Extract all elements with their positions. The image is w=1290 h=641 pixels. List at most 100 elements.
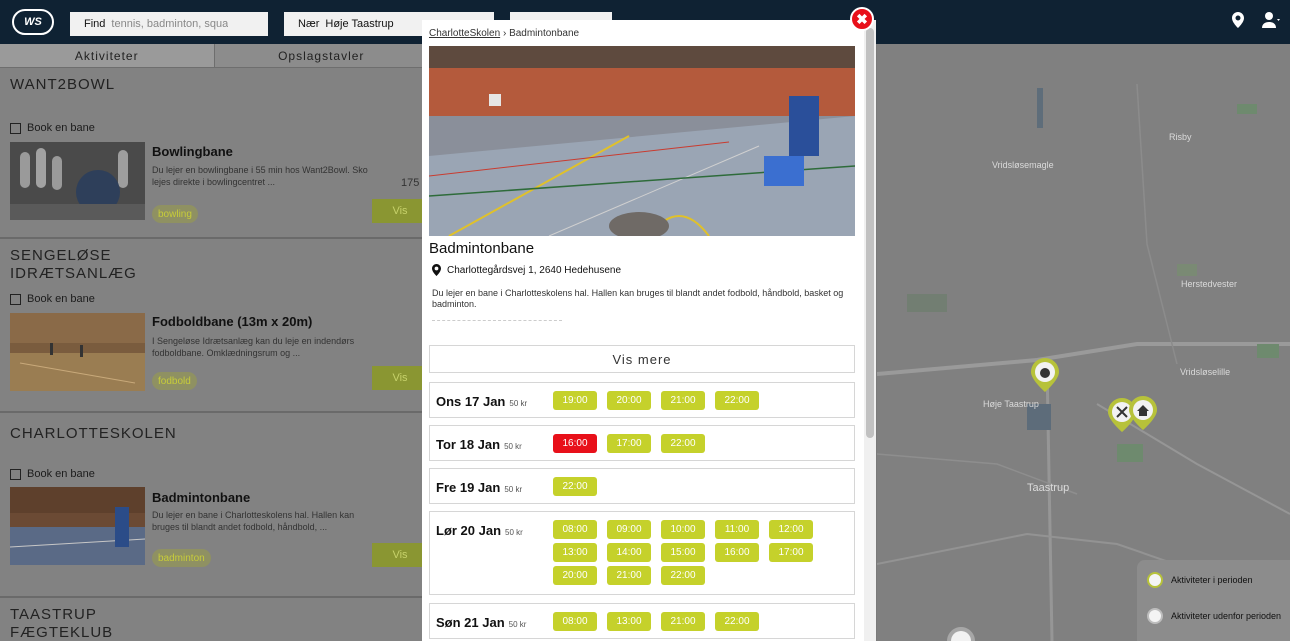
activity-description: Du lejer en bane i Charlotteskolens hal.… — [152, 510, 355, 532]
time-slot-button[interactable]: 12:00 — [769, 520, 813, 539]
badminton-hall-thumbnail[interactable] — [10, 487, 145, 565]
show-more-button[interactable]: Vis mere — [429, 345, 855, 373]
time-slot-button[interactable]: 19:00 — [553, 391, 597, 410]
activity-description: I Sengeløse Idrætsanlæg kan du leje en i… — [152, 336, 355, 358]
time-slots: 16:00 17:00 22:00 — [553, 434, 843, 453]
book-label: Book en bane — [27, 468, 95, 480]
map-roads — [877, 44, 1290, 641]
time-slot-button[interactable]: 20:00 — [553, 566, 597, 585]
address-text: Charlottegårdsvej 1, 2640 Hedehusene — [447, 264, 622, 276]
breadcrumb-separator: › — [502, 28, 507, 39]
breadcrumb-parent-link[interactable]: CharlotteSkolen — [429, 28, 500, 39]
user-icon[interactable] — [1262, 12, 1280, 32]
time-slot-button[interactable]: 21:00 — [661, 612, 705, 631]
time-slot-button[interactable]: 21:00 — [661, 391, 705, 410]
time-slot-button[interactable]: 15:00 — [661, 543, 705, 562]
time-slot-button[interactable]: 08:00 — [553, 612, 597, 631]
book-link[interactable]: Book en bane — [0, 468, 95, 480]
map-label: Vridsløselille — [1180, 367, 1231, 377]
calendar-icon — [10, 293, 21, 305]
active-period-icon — [1147, 572, 1163, 588]
bowling-map-pin-icon[interactable] — [1031, 358, 1059, 392]
day-row: Fre 19 Jan 50 kr 22:00 — [429, 468, 855, 504]
day-row: Ons 17 Jan 50 kr 19:00 20:00 21:00 22:00 — [429, 382, 855, 418]
show-button[interactable]: Vis — [372, 199, 428, 223]
map-label: Herstedvester — [1181, 279, 1238, 289]
time-slot-button[interactable]: 17:00 — [607, 434, 651, 453]
day-name: Søn 21 Jan — [436, 615, 505, 630]
location-pin-icon — [432, 264, 441, 276]
book-link[interactable]: Book en bane — [0, 293, 95, 305]
show-button[interactable]: Vis — [372, 366, 428, 390]
book-label: Book en bane — [27, 122, 95, 134]
day-label: Fre 19 Jan 50 kr — [436, 480, 522, 495]
legend-label: Aktiviteter udenfor perioden — [1171, 611, 1282, 621]
day-price: 50 kr — [505, 528, 523, 537]
activity-detail-modal: CharlotteSkolen › Badmintonbane Badminto… — [422, 20, 876, 641]
day-label: Lør 20 Jan 50 kr — [436, 523, 523, 538]
day-price: 50 kr — [504, 485, 523, 494]
map-label: Vridsløsemagle — [992, 160, 1054, 170]
search-placeholder: tennis, badminton, squa — [111, 18, 229, 30]
time-slot-button[interactable]: 10:00 — [661, 520, 705, 539]
time-slot-button[interactable]: 22:00 — [661, 566, 705, 585]
show-button[interactable]: Vis — [372, 543, 428, 567]
time-slot-button[interactable]: 21:00 — [607, 566, 651, 585]
venue-card: TAASTRUP FÆGTEKLUB — [0, 598, 428, 641]
time-slot-button[interactable]: 14:00 — [607, 543, 651, 562]
search-input[interactable]: Find tennis, badminton, squa — [70, 12, 268, 36]
time-slot-button[interactable]: 11:00 — [715, 520, 759, 539]
football-hall-thumbnail[interactable] — [10, 313, 145, 391]
time-slot-button[interactable]: 22:00 — [661, 434, 705, 453]
time-slot-button[interactable]: 22:00 — [553, 477, 597, 496]
activity-description: Du lejer en bowlingbane i 55 min hos Wan… — [152, 165, 368, 187]
tab-boards[interactable]: Opslagstavler — [214, 44, 428, 68]
activity-title[interactable]: Bowlingbane — [152, 144, 233, 159]
time-slots: 08:00 13:00 21:00 22:00 — [553, 612, 843, 631]
close-modal-button[interactable]: ✖ — [850, 7, 874, 31]
time-slot-button[interactable]: 16:00 — [715, 543, 759, 562]
home-map-pin-icon[interactable] — [1129, 396, 1157, 430]
day-name: Fre 19 Jan — [436, 480, 501, 495]
flag-map-pin-icon[interactable] — [947, 627, 975, 641]
time-slot-button[interactable]: 16:00 — [553, 434, 597, 453]
time-slot-button[interactable]: 13:00 — [607, 612, 651, 631]
venue-name: TAASTRUP FÆGTEKLUB — [10, 606, 114, 641]
time-slot-button[interactable]: 17:00 — [769, 543, 813, 562]
outside-period-icon — [1147, 608, 1163, 624]
venue-card: WANT2BOWL Book en bane Bowlingbane Du le… — [0, 68, 428, 239]
map-label: Taastrup — [1027, 482, 1070, 494]
time-slot-button[interactable]: 08:00 — [553, 520, 597, 539]
day-price: 50 kr — [504, 442, 522, 451]
activity-title[interactable]: Fodboldbane (13m x 20m) — [152, 314, 312, 329]
day-row: Tor 18 Jan 50 kr 16:00 17:00 22:00 — [429, 425, 855, 461]
time-slot-button[interactable]: 22:00 — [715, 391, 759, 410]
tab-activities[interactable]: Aktiviteter — [0, 44, 215, 68]
activity-title[interactable]: Badmintonbane — [152, 490, 250, 505]
day-row: Lør 20 Jan 50 kr 08:00 09:00 10:00 11:00 12:0… — [429, 511, 855, 595]
map[interactable]: Risby Vridsløsemagle Herstedvester Vrids… — [877, 44, 1290, 641]
book-link[interactable]: Book en bane — [0, 122, 95, 134]
time-slots: 22:00 — [553, 477, 843, 496]
near-label: Nær — [298, 18, 320, 30]
map-label: Høje Taastrup — [983, 399, 1039, 409]
day-label: Tor 18 Jan 50 kr — [436, 437, 522, 452]
venue-name: CHARLOTTESKOLEN — [10, 425, 177, 442]
calendar-icon — [10, 468, 21, 480]
bowling-thumbnail[interactable] — [10, 142, 145, 220]
time-slot-button[interactable]: 09:00 — [607, 520, 651, 539]
venue-name: SENGELØSE IDRÆTSANLÆG — [10, 247, 137, 282]
scrollbar-thumb[interactable] — [866, 28, 874, 438]
day-label: Søn 21 Jan 50 kr — [436, 615, 526, 630]
venue-card: CHARLOTTESKOLEN Book en bane Badmintonba… — [0, 413, 428, 598]
day-name: Ons 17 Jan — [436, 394, 506, 409]
book-label: Book en bane — [27, 293, 95, 305]
logo[interactable]: WS — [12, 9, 54, 35]
time-slot-button[interactable]: 20:00 — [607, 391, 651, 410]
location-pin-icon[interactable] — [1232, 12, 1244, 32]
modal-title: Badmintonbane — [429, 240, 535, 257]
time-slot-button[interactable]: 22:00 — [715, 612, 759, 631]
address: Charlottegårdsvej 1, 2640 Hedehusene — [432, 264, 621, 276]
hall-photo — [429, 46, 855, 236]
time-slot-button[interactable]: 13:00 — [553, 543, 597, 562]
